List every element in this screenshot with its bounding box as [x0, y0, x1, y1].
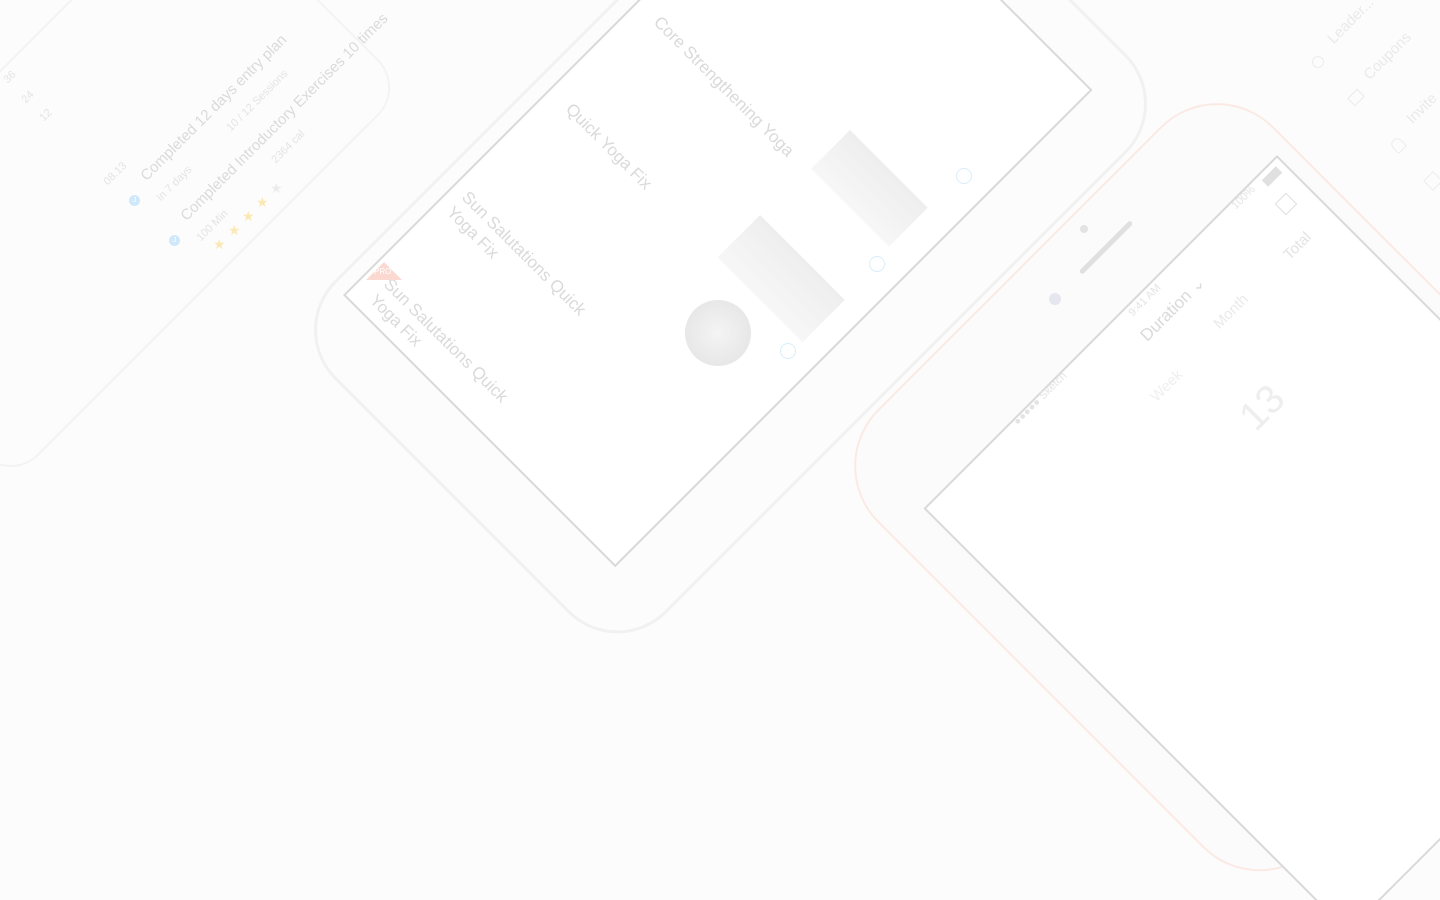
menu-item-coupons[interactable]: Coupons: [1360, 29, 1415, 84]
star-icon: ★: [242, 208, 255, 224]
star-icon: ★: [213, 236, 226, 252]
gift-icon: [1423, 171, 1440, 191]
check-icon[interactable]: [780, 343, 796, 359]
bell-icon: [1388, 135, 1408, 155]
menu-item-invite[interactable]: Invite: [1403, 90, 1440, 128]
yoga-image: [685, 300, 751, 366]
star-icon: ★: [228, 222, 241, 238]
camera-dot: [1049, 293, 1061, 305]
check-icon[interactable]: [956, 168, 972, 184]
star-icon: ★: [256, 194, 269, 210]
star-icon: ★: [270, 180, 283, 196]
menu-item-leaderboard[interactable]: Leader...: [1324, 0, 1378, 48]
coupon-icon: [1347, 88, 1365, 107]
timeline-badge: J: [129, 195, 140, 206]
check-icon[interactable]: [869, 256, 885, 272]
timeline-badge: J: [169, 235, 180, 246]
trophy-icon: [1312, 56, 1324, 68]
pro-badge-label: PRO: [374, 267, 392, 276]
sensor-dot: [1080, 225, 1088, 233]
